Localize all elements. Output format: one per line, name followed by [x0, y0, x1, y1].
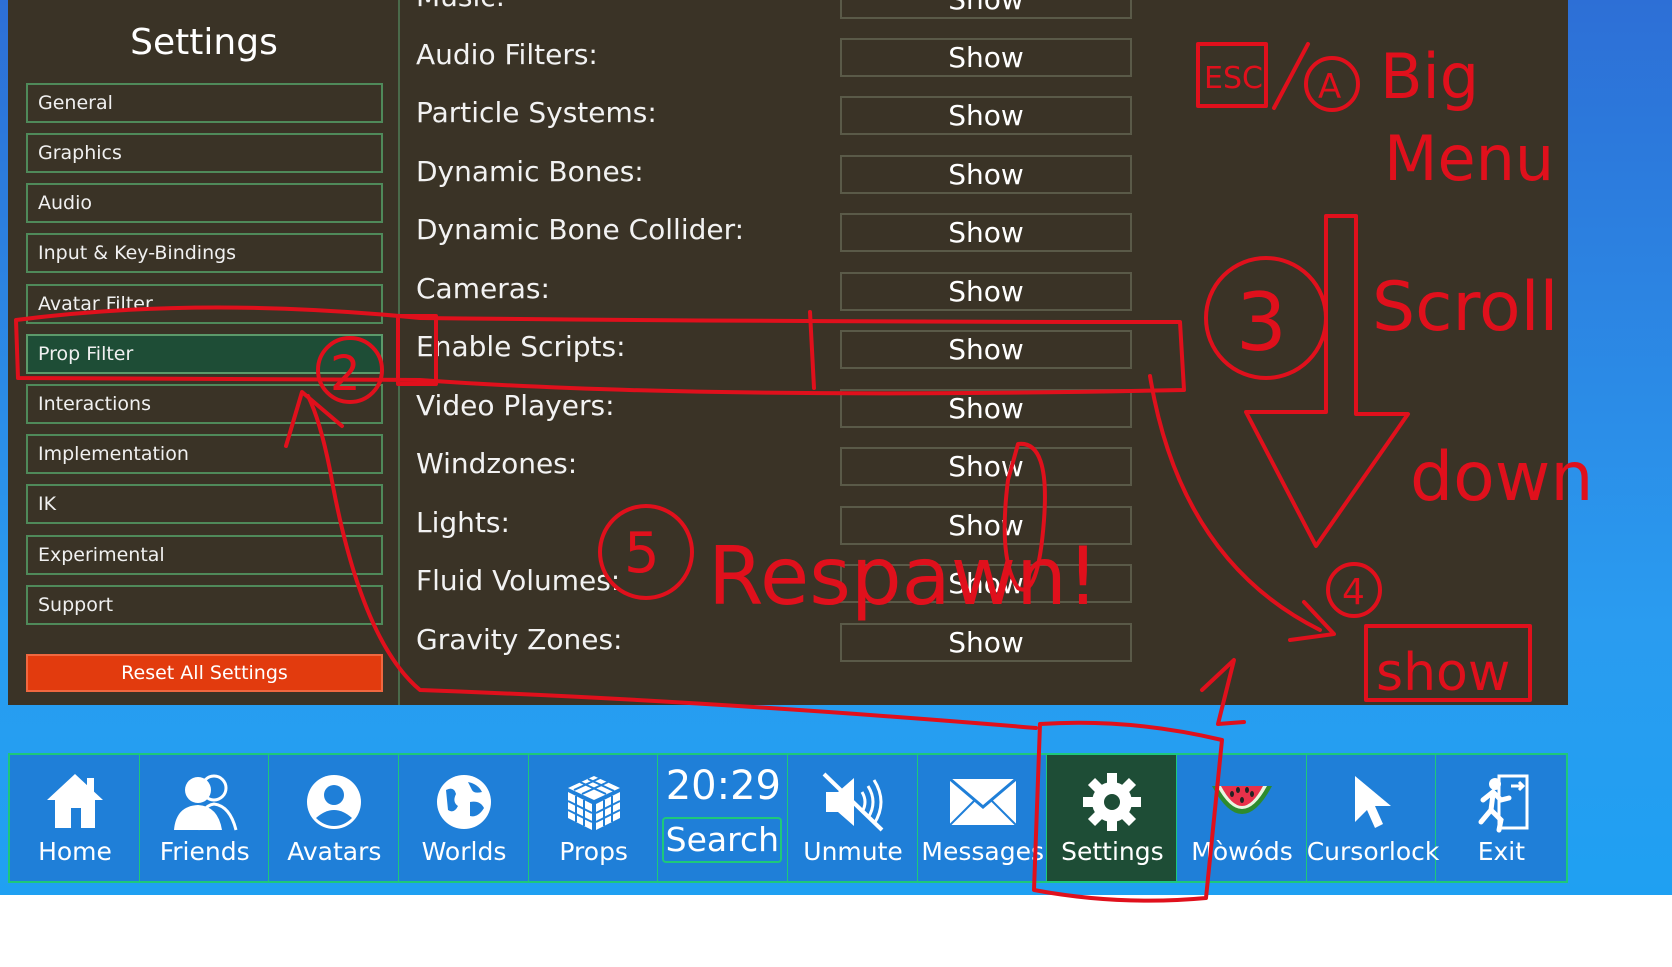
muted-speaker-icon	[788, 765, 918, 839]
settings-sidebar: Settings General Graphics Audio Input & …	[8, 0, 400, 705]
sidebar-item-graphics[interactable]: Graphics	[26, 133, 383, 173]
avatar-icon	[269, 765, 399, 839]
setting-label-particle-systems: Particle Systems:	[416, 96, 657, 129]
toolbar-props-button[interactable]: Props	[529, 755, 659, 881]
setting-toggle-dynamic-bones[interactable]: Show	[840, 155, 1132, 194]
setting-label-fluid-volumes: Fluid Volumes:	[416, 564, 621, 597]
toolbar-mowods-label: Mòwóds	[1191, 837, 1293, 866]
setting-toggle-windzones[interactable]: Show	[840, 447, 1132, 486]
sidebar-item-support[interactable]: Support	[26, 585, 383, 625]
toolbar-home-button[interactable]: Home	[10, 755, 140, 881]
reset-all-settings-button[interactable]: Reset All Settings	[26, 654, 383, 692]
toolbar-worlds-button[interactable]: Worlds	[399, 755, 529, 881]
globe-icon	[399, 765, 529, 839]
toolbar-settings-label: Settings	[1061, 837, 1164, 866]
setting-label-windzones: Windzones:	[416, 447, 578, 480]
sidebar-item-input-key-bindings[interactable]: Input & Key-Bindings	[26, 233, 383, 273]
sidebar-item-general[interactable]: General	[26, 83, 383, 123]
setting-label-dynamic-bone-collider: Dynamic Bone Collider:	[416, 213, 745, 246]
setting-label-enable-scripts: Enable Scripts:	[416, 330, 626, 363]
setting-toggle-gravity-zones[interactable]: Show	[840, 623, 1132, 662]
setting-label-gravity-zones: Gravity Zones:	[416, 623, 623, 656]
setting-toggle-particle-systems[interactable]: Show	[840, 96, 1132, 135]
toolbar-home-label: Home	[38, 837, 112, 866]
toolbar-unmute-label: Unmute	[803, 837, 903, 866]
toolbar-friends-button[interactable]: Friends	[140, 755, 270, 881]
setting-label-cameras: Cameras:	[416, 272, 550, 305]
setting-toggle-audio-filters[interactable]: Show	[840, 38, 1132, 77]
sidebar-item-prop-filter[interactable]: Prop Filter	[26, 334, 383, 374]
setting-toggle-fluid-volumes[interactable]: Show	[840, 564, 1132, 603]
gear-icon	[1047, 765, 1177, 839]
toolbar-messages-label: Messages	[921, 837, 1044, 866]
toolbar-cursorlock-button[interactable]: Cursorlock	[1306, 755, 1440, 881]
home-icon	[10, 765, 140, 839]
clock-display: 20:29	[665, 763, 781, 809]
envelope-icon	[918, 765, 1048, 839]
setting-toggle-video-players[interactable]: Show	[840, 389, 1132, 428]
toolbar-props-label: Props	[559, 837, 628, 866]
search-button[interactable]: Search	[662, 817, 783, 863]
setting-label-video-players: Video Players:	[416, 389, 615, 422]
toolbar-cursorlock-label: Cursorlock	[1306, 837, 1440, 866]
watermelon-icon	[1177, 765, 1307, 839]
sidebar-item-ik[interactable]: IK	[26, 484, 383, 524]
sidebar-title: Settings	[130, 22, 278, 63]
toolbar-exit-label: Exit	[1477, 837, 1526, 866]
cursor-arrow-icon	[1307, 765, 1437, 839]
setting-label-audio-filters: Audio Filters:	[416, 38, 598, 71]
toolbar-unmute-button[interactable]: Unmute	[788, 755, 918, 881]
setting-label-lights: Lights:	[416, 506, 510, 539]
toolbar-worlds-label: Worlds	[421, 837, 507, 866]
exit-icon	[1436, 765, 1566, 839]
setting-toggle-music[interactable]: Show	[840, 0, 1132, 19]
setting-toggle-cameras[interactable]: Show	[840, 272, 1132, 311]
sidebar-item-interactions[interactable]: Interactions	[26, 384, 383, 424]
setting-toggle-dynamic-bone-collider[interactable]: Show	[840, 213, 1132, 252]
setting-label-music: Music:	[416, 0, 505, 13]
setting-toggle-lights[interactable]: Show	[840, 506, 1132, 545]
toolbar-settings-button[interactable]: Settings	[1047, 755, 1178, 881]
sidebar-item-experimental[interactable]: Experimental	[26, 535, 383, 575]
toolbar-avatars-button[interactable]: Avatars	[269, 755, 400, 881]
settings-panel: Settings General Graphics Audio Input & …	[8, 0, 1568, 705]
friends-icon	[140, 765, 270, 839]
setting-label-dynamic-bones: Dynamic Bones:	[416, 155, 644, 188]
sidebar-item-implementation[interactable]: Implementation	[26, 434, 383, 474]
toolbar-clock-search: 20:29 Search	[658, 755, 789, 881]
sidebar-item-audio[interactable]: Audio	[26, 183, 383, 223]
bottom-toolbar: Home Friends Avatars Worlds Props 20:29 …	[8, 753, 1568, 883]
sidebar-item-avatar-filter[interactable]: Avatar Filter	[26, 284, 383, 324]
cube-icon	[529, 765, 659, 839]
setting-toggle-enable-scripts[interactable]: Show	[840, 330, 1132, 369]
toolbar-mowods-button[interactable]: Mòwóds	[1177, 755, 1307, 881]
toolbar-friends-label: Friends	[159, 837, 250, 866]
toolbar-avatars-label: Avatars	[287, 837, 382, 866]
toolbar-exit-button[interactable]: Exit	[1436, 755, 1566, 881]
toolbar-messages-button[interactable]: Messages	[918, 755, 1048, 881]
